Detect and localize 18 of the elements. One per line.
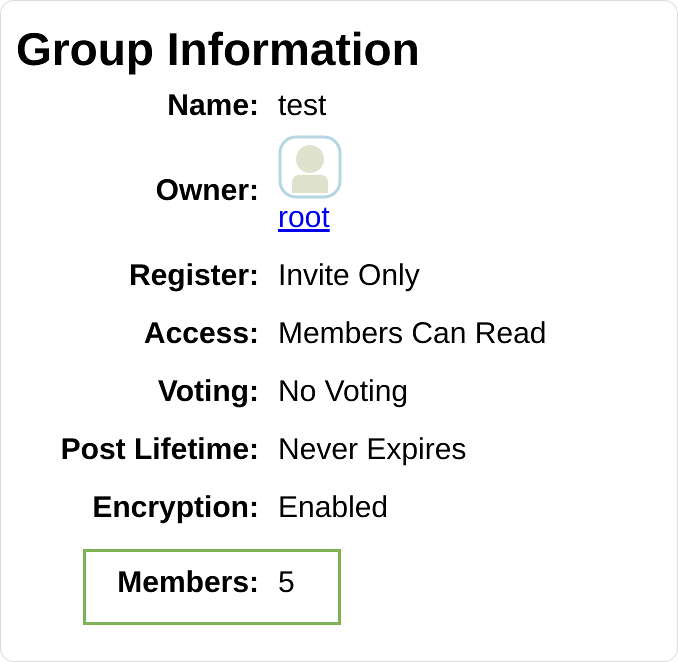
field-label: Post Lifetime: [60,433,259,467]
field-value: Enabled [278,491,388,525]
avatar-icon [278,135,342,199]
page-title: Group Information [16,22,421,77]
field-label: Name: [166,89,259,123]
field-label: Access: [142,317,259,351]
field-value: No Voting [278,375,408,409]
field-label: Register: [128,259,259,293]
field-value: Invite Only [278,259,420,293]
field-label: Encryption: [91,491,259,525]
field-value: 5 [278,566,295,600]
field-label: Members: [116,566,259,600]
field-value: Never Expires [278,433,466,467]
field-label: Owner: [154,174,259,208]
field-label: Voting: [156,375,259,409]
field-value: test [278,89,326,123]
field-value: Members Can Read [278,317,546,351]
owner-link[interactable]: root [278,201,330,235]
